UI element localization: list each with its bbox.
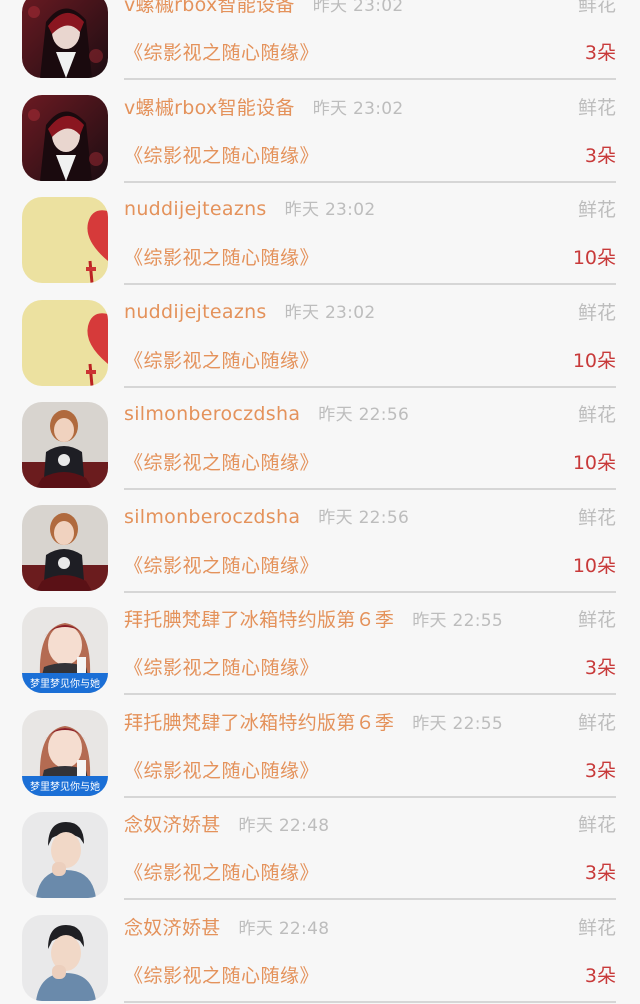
gift-count: 10朵 — [572, 452, 616, 474]
gift-record-row[interactable]: silmonberoczdsha 昨天 22:56 鲜花《综影视之随心随缘》 10朵 — [0, 493, 640, 596]
gift-type-label: 鲜花 — [577, 712, 616, 734]
gift-type-label: 鲜花 — [577, 507, 616, 529]
username-line: v螺槭rbox智能设备 昨天 23:02 — [124, 0, 404, 17]
gift-record-row[interactable]: nuddijejteazns 昨天 23:02 鲜花《综影视之随心随缘》 10朵 — [0, 185, 640, 288]
user-avatar[interactable] — [22, 197, 108, 283]
username[interactable]: 念奴济娇甚 — [124, 814, 221, 836]
book-title-link[interactable]: 《综影视之随心随缘》 — [124, 756, 319, 783]
user-avatar[interactable] — [22, 505, 108, 591]
username[interactable]: silmonberoczdsha — [124, 403, 300, 425]
row-divider — [124, 386, 616, 388]
book-title-link[interactable]: 《综影视之随心随缘》 — [124, 653, 319, 680]
username-line: nuddijejteazns 昨天 23:02 — [124, 298, 375, 323]
row-divider — [124, 591, 616, 593]
gift-record-row[interactable]: nuddijejteazns 昨天 23:02 鲜花《综影视之随心随缘》 10朵 — [0, 288, 640, 391]
gift-type-label: 鲜花 — [577, 404, 616, 426]
gift-count: 10朵 — [572, 247, 616, 269]
row-divider — [124, 693, 616, 695]
row-divider — [124, 283, 616, 285]
row-divider — [124, 488, 616, 490]
timestamp: 昨天 22:48 — [238, 816, 330, 836]
timestamp: 昨天 23:02 — [312, 99, 404, 119]
gift-type-label: 鲜花 — [577, 0, 616, 16]
gift-count: 10朵 — [572, 350, 616, 372]
username-line: nuddijejteazns 昨天 23:02 — [124, 195, 375, 220]
username[interactable]: 拜托腆梵肆了冰箱特约版第６季 — [124, 609, 394, 631]
username[interactable]: 拜托腆梵肆了冰箱特约版第６季 — [124, 712, 394, 734]
gift-record-row[interactable]: v螺槭rbox智能设备 昨天 23:02 鲜花《综影视之随心随缘》 3朵 — [0, 83, 640, 186]
username-line: silmonberoczdsha 昨天 22:56 — [124, 503, 409, 528]
gift-type-label: 鲜花 — [577, 199, 616, 221]
username[interactable]: 念奴济娇甚 — [124, 917, 221, 939]
book-title-link[interactable]: 《综影视之随心随缘》 — [124, 243, 319, 270]
user-avatar[interactable] — [22, 95, 108, 181]
timestamp: 昨天 22:56 — [318, 508, 410, 528]
timestamp: 昨天 23:02 — [312, 0, 404, 16]
row-divider — [124, 78, 616, 80]
timestamp: 昨天 22:55 — [412, 611, 503, 631]
book-title-link[interactable]: 《综影视之随心随缘》 — [124, 551, 319, 578]
user-avatar[interactable] — [22, 300, 108, 386]
timestamp: 昨天 22:55 — [412, 714, 503, 734]
gift-count: 3朵 — [584, 657, 616, 679]
user-avatar[interactable]: 梦里梦见你与她 — [22, 710, 108, 796]
gift-record-row[interactable]: 念奴济娇甚 昨天 22:48 鲜花《综影视之随心随缘》 3朵 — [0, 903, 640, 1004]
gift-record-row[interactable]: v螺槭rbox智能设备 昨天 23:02 鲜花《综影视之随心随缘》 3朵 — [0, 0, 640, 83]
user-avatar[interactable] — [22, 915, 108, 1001]
username-line: 拜托腆梵肆了冰箱特约版第６季 昨天 22:55 — [124, 708, 503, 735]
username-line: 拜托腆梵肆了冰箱特约版第６季 昨天 22:55 — [124, 605, 503, 632]
user-avatar[interactable]: 梦里梦见你与她 — [22, 607, 108, 693]
row-divider — [124, 898, 616, 900]
gift-count: 3朵 — [584, 965, 616, 987]
timestamp: 昨天 22:56 — [318, 405, 410, 425]
gift-record-row[interactable]: 梦里梦见你与她 拜托腆梵肆了冰箱特约版第６季 昨天 22:55 鲜花《综影视之随心随缘… — [0, 595, 640, 698]
username[interactable]: v螺槭rbox智能设备 — [124, 0, 295, 16]
gift-count: 3朵 — [584, 862, 616, 884]
username-line: v螺槭rbox智能设备 昨天 23:02 — [124, 93, 404, 120]
gift-record-row[interactable]: silmonberoczdsha 昨天 22:56 鲜花《综影视之随心随缘》 10朵 — [0, 390, 640, 493]
timestamp: 昨天 23:02 — [284, 303, 376, 323]
book-title-link[interactable]: 《综影视之随心随缘》 — [124, 961, 319, 988]
username[interactable]: nuddijejteazns — [124, 198, 267, 220]
gift-type-label: 鲜花 — [577, 609, 616, 631]
gift-count: 3朵 — [584, 42, 616, 64]
username[interactable]: nuddijejteazns — [124, 301, 267, 323]
book-title-link[interactable]: 《综影视之随心随缘》 — [124, 448, 319, 475]
avatar-caption: 梦里梦见你与她 — [30, 782, 100, 793]
username[interactable]: v螺槭rbox智能设备 — [124, 97, 295, 119]
user-avatar[interactable] — [22, 0, 108, 78]
gift-count: 10朵 — [572, 555, 616, 577]
book-title-link[interactable]: 《综影视之随心随缘》 — [124, 38, 319, 65]
book-title-link[interactable]: 《综影视之随心随缘》 — [124, 858, 319, 885]
gift-type-label: 鲜花 — [577, 814, 616, 836]
gift-count: 3朵 — [584, 145, 616, 167]
gift-count: 3朵 — [584, 760, 616, 782]
user-avatar[interactable] — [22, 402, 108, 488]
gift-record-row[interactable]: 念奴济娇甚 昨天 22:48 鲜花《综影视之随心随缘》 3朵 — [0, 800, 640, 903]
timestamp: 昨天 22:48 — [238, 919, 330, 939]
book-title-link[interactable]: 《综影视之随心随缘》 — [124, 141, 319, 168]
row-divider — [124, 796, 616, 798]
timestamp: 昨天 23:02 — [284, 200, 376, 220]
user-avatar[interactable] — [22, 812, 108, 898]
book-title-link[interactable]: 《综影视之随心随缘》 — [124, 346, 319, 373]
row-divider — [124, 1001, 616, 1003]
row-divider — [124, 181, 616, 183]
gift-type-label: 鲜花 — [577, 917, 616, 939]
gift-record-list: v螺槭rbox智能设备 昨天 23:02 鲜花 《综影视之随心随缘》 3朵 v螺槭rbox… — [0, 0, 640, 1004]
username[interactable]: silmonberoczdsha — [124, 506, 300, 528]
avatar-caption: 梦里梦见你与她 — [30, 679, 100, 690]
gift-record-row[interactable]: 梦里梦见你与她 拜托腆梵肆了冰箱特约版第６季 昨天 22:55 鲜花《综影视之随心随缘… — [0, 698, 640, 801]
gift-type-label: 鲜花 — [577, 97, 616, 119]
gift-type-label: 鲜花 — [577, 302, 616, 324]
username-line: 念奴济娇甚 昨天 22:48 — [124, 913, 329, 940]
username-line: silmonberoczdsha 昨天 22:56 — [124, 400, 409, 425]
username-line: 念奴济娇甚 昨天 22:48 — [124, 810, 329, 837]
